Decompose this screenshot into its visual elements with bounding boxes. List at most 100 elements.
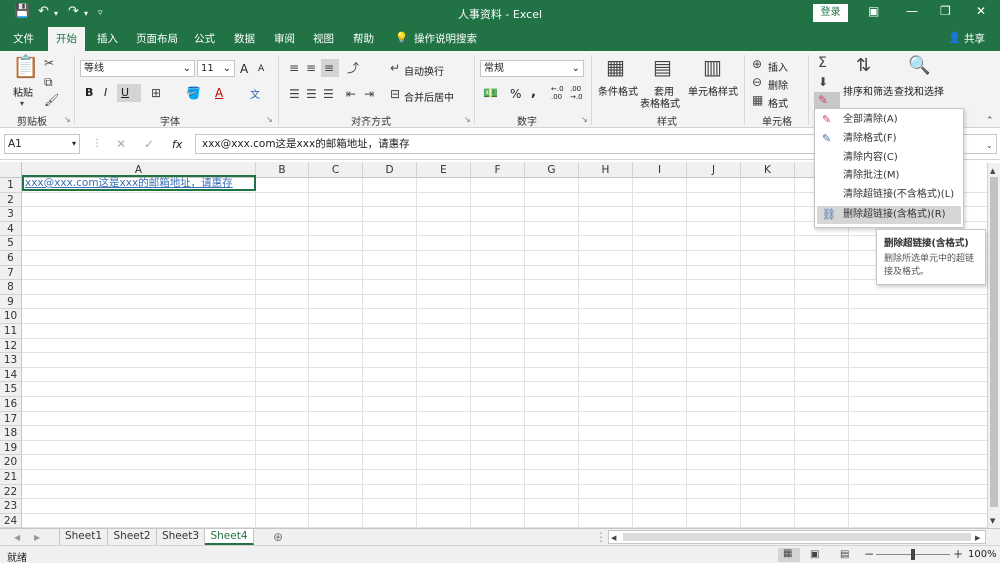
page-layout-view-icon[interactable]: ▣ — [810, 549, 819, 561]
borders-icon[interactable]: ⊞ — [151, 87, 161, 99]
increase-indent-icon[interactable]: ⇥ — [364, 88, 374, 100]
tab-view[interactable]: 视图 — [313, 31, 334, 46]
align-bottom-icon[interactable]: ≡ — [321, 59, 339, 77]
comma-style-button[interactable]: , — [531, 85, 536, 100]
row-header[interactable]: 18 — [0, 426, 22, 441]
percent-style-button[interactable]: % — [510, 87, 521, 101]
number-launcher-icon[interactable]: ↘ — [581, 115, 588, 124]
format-cells-button[interactable]: 格式 — [768, 95, 788, 110]
h-scroll-thumb[interactable] — [623, 533, 971, 541]
row-header[interactable]: 6 — [0, 251, 22, 266]
row-header[interactable]: 13 — [0, 353, 22, 368]
align-right-icon[interactable]: ☰ — [323, 88, 334, 100]
sheet-tab-sheet1[interactable]: Sheet1 — [59, 529, 108, 545]
italic-button[interactable]: I — [104, 86, 107, 99]
delete-cells-icon[interactable]: ⊖ — [752, 76, 762, 88]
tab-home[interactable]: 开始 — [48, 27, 85, 51]
close-icon[interactable]: ✕ — [976, 4, 986, 18]
column-header[interactable]: I — [633, 162, 687, 178]
row-header[interactable]: 16 — [0, 397, 22, 412]
page-break-view-icon[interactable]: ▤ — [840, 549, 849, 561]
column-header[interactable]: H — [579, 162, 633, 178]
column-header[interactable]: K — [741, 162, 795, 178]
autosum-icon[interactable]: Σ — [818, 56, 827, 70]
sheet-tab-sheet2[interactable]: Sheet2 — [108, 529, 157, 545]
row-header[interactable]: 3 — [0, 207, 22, 222]
cancel-icon[interactable]: ✕ — [116, 138, 126, 150]
ribbon-display-icon[interactable]: ▣ — [868, 4, 879, 18]
normal-view-icon[interactable]: ▦ — [778, 548, 800, 562]
cut-icon[interactable]: ✂ — [44, 57, 54, 69]
phonetic-button[interactable]: 文 — [250, 86, 260, 101]
row-header[interactable]: 9 — [0, 294, 22, 310]
restore-icon[interactable]: ❐ — [940, 4, 951, 18]
font-name-select[interactable]: 等线 ⌄ — [80, 60, 195, 77]
column-header[interactable]: F — [471, 162, 525, 178]
enter-icon[interactable]: ✓ — [144, 138, 154, 150]
tab-data[interactable]: 数据 — [234, 31, 255, 46]
format-painter-icon[interactable]: 🖌 — [44, 94, 59, 106]
tell-me-search[interactable]: 操作说明搜索 — [414, 31, 477, 46]
column-header[interactable]: G — [525, 162, 579, 178]
prev-sheet-icon[interactable]: ◀ — [14, 532, 20, 544]
align-left-icon[interactable]: ☰ — [289, 88, 300, 100]
menu-item-remove-hyperlinks[interactable]: ⛓ 删除超链接(含格式)(R) — [817, 206, 961, 224]
grow-font-button[interactable]: A — [240, 62, 248, 76]
orientation-icon[interactable]: ⤴ — [347, 62, 359, 74]
scroll-left-icon[interactable]: ◀ — [611, 532, 616, 544]
row-header[interactable]: 24 — [0, 513, 22, 528]
wrap-text-button[interactable]: 自动换行 — [404, 63, 444, 78]
row-header[interactable]: 4 — [0, 221, 22, 237]
number-format-select[interactable]: 常规 ⌄ — [480, 60, 584, 77]
sheet-tab-sheet3[interactable]: Sheet3 — [157, 529, 205, 545]
row-header[interactable]: 22 — [0, 484, 22, 500]
column-header[interactable]: B — [256, 162, 309, 178]
share-icon[interactable]: 👤 — [948, 31, 961, 44]
font-launcher-icon[interactable]: ↘ — [266, 115, 273, 124]
minimize-icon[interactable]: — — [906, 4, 918, 18]
column-header[interactable]: D — [363, 162, 417, 178]
zoom-level[interactable]: 100% — [968, 549, 997, 560]
format-cells-icon[interactable]: ▦ — [752, 94, 763, 106]
align-top-icon[interactable]: ≡ — [289, 62, 299, 74]
expand-formula-icon[interactable]: ⌄ — [986, 140, 993, 152]
clipboard-launcher-icon[interactable]: ↘ — [64, 115, 71, 124]
font-color-button[interactable]: A — [215, 86, 223, 100]
zoom-slider-thumb[interactable] — [911, 549, 915, 560]
paste-dropdown-icon[interactable]: ▾ — [20, 98, 24, 110]
insert-cells-icon[interactable]: ⊕ — [752, 58, 762, 70]
align-center-icon[interactable]: ☰ — [306, 88, 317, 100]
conditional-formatting-button[interactable]: 条件格式 — [598, 83, 638, 98]
find-select-icon[interactable]: 🔍 — [908, 57, 930, 75]
insert-cells-button[interactable]: 插入 — [768, 59, 788, 74]
row-header[interactable]: 1 — [0, 178, 22, 193]
font-size-select[interactable]: 11 ⌄ — [197, 60, 235, 77]
decrease-indent-icon[interactable]: ⇤ — [346, 88, 356, 100]
cell-styles-button[interactable]: 单元格样式 — [688, 83, 738, 98]
sheet-tab-sheet4[interactable]: Sheet4 — [205, 529, 254, 545]
select-all-corner[interactable] — [0, 162, 22, 178]
wrap-text-icon[interactable]: ↵ — [390, 62, 400, 74]
zoom-out-icon[interactable]: − — [864, 548, 874, 560]
menu-item-clear-comments[interactable]: 清除批注(M) — [817, 167, 961, 185]
alignment-launcher-icon[interactable]: ↘ — [464, 115, 471, 124]
format-as-table-line2[interactable]: 表格格式 — [640, 95, 680, 110]
collapse-ribbon-icon[interactable]: ⌃ — [986, 115, 994, 127]
increase-decimal-button[interactable]: ←.0 .00 — [551, 85, 564, 101]
scroll-right-icon[interactable]: ▶ — [975, 532, 980, 544]
clear-icon[interactable]: ✎ — [814, 92, 840, 109]
menu-item-clear-all[interactable]: ✎ 全部清除(A) — [817, 111, 961, 129]
row-header[interactable]: 10 — [0, 309, 22, 324]
bold-button[interactable]: B — [85, 86, 93, 99]
column-header[interactable]: C — [309, 162, 363, 178]
format-as-table-icon[interactable]: ▤ — [653, 57, 672, 77]
paste-icon[interactable]: 📋 — [12, 57, 39, 79]
row-header[interactable]: 23 — [0, 499, 22, 514]
insert-function-button[interactable]: fx — [172, 138, 182, 151]
scroll-down-icon[interactable]: ▼ — [990, 515, 995, 527]
fill-color-icon[interactable]: 🪣 — [186, 87, 201, 99]
share-button[interactable]: 共享 — [964, 31, 985, 46]
selected-cell-a1[interactable]: xxx@xxx.com这是xxx的邮箱地址，请惠存 — [22, 175, 256, 191]
add-sheet-icon[interactable]: ⊕ — [273, 531, 283, 543]
row-header[interactable]: 17 — [0, 411, 22, 427]
